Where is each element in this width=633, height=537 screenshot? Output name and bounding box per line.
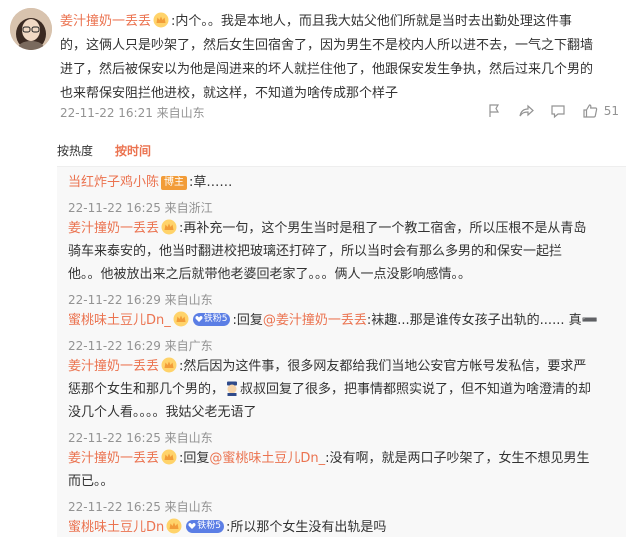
fan-level-badge: 铁粉5 [192,312,231,326]
police-emoji-icon [224,380,240,396]
list-item: 蜜桃味土豆儿Dn 铁粉5 :所以那个女生没有出轨是吗 [68,516,616,537]
reply-text: :所以那个女生没有出轨是吗 [225,520,387,535]
crown-icon [153,12,169,28]
reply-prefix: :回复 [179,451,210,466]
reply-meta: 22-11-22 16:25 来自山东 [68,431,213,445]
fan-level-label: 铁粉5 [197,520,221,531]
reply-text-line2b: 叔叔回复了很多，把事情都照实说了，但不知道为啥澄清的却 [240,382,592,397]
reply-list: 当红炸子鸡小陈 博主:草…… 22-11-22 16:25 来自浙江 姜汁撞奶一丢… [57,166,626,537]
reply-text-line3: 没几个人看。。。。我姑父老无语了 [68,405,257,420]
main-comment-username[interactable]: 姜汁撞奶一丢丢 [60,14,151,29]
main-comment-text-line4: 也来帮保安阻拦他进校，就这样，不知道为啥传成那个样子 [60,86,399,101]
list-item: 当红炸子鸡小陈 博主:草…… 22-11-22 16:25 来自浙江 [68,171,616,217]
owner-badge: 博主 [161,176,188,190]
reply-prefix: :回复 [232,313,263,328]
reply-text-line1: :再补充一句，这个男生当时是租了一个教工宿舍，所以压根不是从青岛 [179,221,587,236]
tab-sort-hot[interactable]: 按热度 [57,142,93,159]
list-item: 蜜桃味土豆儿Dn_ 铁粉5 :回复@姜汁撞奶一丢丢:袜趣...那是谁传女孩子出轨的.… [68,309,616,355]
reply-username[interactable]: 当红炸子鸡小陈 [68,175,159,190]
crown-icon [161,449,177,465]
crown-icon [173,311,189,327]
main-comment-text-line3: 进了，然后被保安以为他是闯进来的坏人就拦住他了，他跟保安发生争执，然后过来几个男… [60,62,594,77]
fan-level-label: 铁粉5 [203,313,228,324]
heart-icon [188,523,196,529]
reply-text-line3: 他。。他被放出来之后就带他老婆回老家了。。。俩人一点没影响感情。。 [68,267,472,282]
reply-username[interactable]: 蜜桃味土豆儿Dn_ [68,313,171,328]
reply-text-line2: 骑车来泰安的，他当时翻进校把玻璃还打碎了，所以当时会有那么多男的和保安一起拦 [68,244,563,259]
main-comment: 姜汁撞奶一丢丢:内个。。我是本地人，而且我大姑父他们所就是当时去出勤处理这件事 … [60,10,620,106]
tab-sort-time[interactable]: 按时间 [115,142,151,159]
reply-meta: 22-11-22 16:25 来自山东 [68,500,213,514]
report-icon[interactable] [486,103,502,119]
avatar[interactable] [10,8,52,50]
reply-text-line2: 而已。。 [68,474,114,489]
crown-icon [161,357,177,373]
main-comment-text-line2: 的，这俩人只是吵架了，然后女生回宿舍了，因为男生不是校内人所以进不去，一气之下翻… [60,38,594,53]
like-count: 51 [603,104,619,118]
reply-mention[interactable]: @蜜桃味土豆儿Dn_ [209,451,325,466]
reply-text-line1: :然后因为这件事，很多网友都给我们当地公安官方帐号发私信，要求严 [179,359,587,374]
reply-text-line2: 惩那个女生和那几个男的， [68,382,225,397]
list-item: 姜汁撞奶一丢丢 :回复@蜜桃味土豆儿Dn_:没有啊，就是两口子吵架了，女生不想见男… [68,447,616,516]
like-button[interactable]: 51 [582,103,619,119]
reply-text: :袜趣...那是谁传女孩子出轨的...... 真➖ [366,313,598,328]
comment-actions: 51 [486,103,619,119]
reply-meta: 22-11-22 16:25 来自浙江 [68,201,213,215]
reply-meta: 22-11-22 16:29 来自广东 [68,339,213,353]
main-comment-text-line1: :内个。。我是本地人，而且我大姑父他们所就是当时去出勤处理这件事 [171,14,572,29]
heart-icon [195,316,203,322]
thumbs-up-icon [583,104,597,118]
list-item: 姜汁撞奶一丢丢:再补充一句，这个男生当时是租了一个教工宿舍，所以压根不是从青岛 … [68,217,616,309]
reply-text-line1: :没有啊，就是两口子吵架了，女生不想见男生 [325,451,590,466]
reply-icon[interactable] [550,103,566,119]
crown-icon [166,518,182,534]
share-icon[interactable] [518,103,534,119]
sort-tabs: 按热度 按时间 [57,142,151,159]
reply-username[interactable]: 姜汁撞奶一丢丢 [68,451,159,466]
list-item: 姜汁撞奶一丢丢:然后因为这件事，很多网友都给我们当地公安官方帐号发私信，要求严 … [68,355,616,447]
reply-username[interactable]: 蜜桃味土豆儿Dn [68,520,164,535]
reply-username[interactable]: 姜汁撞奶一丢丢 [68,221,159,236]
reply-mention[interactable]: @姜汁撞奶一丢丢 [263,313,367,328]
reply-meta: 22-11-22 16:29 来自山东 [68,293,213,307]
main-comment-meta: 22-11-22 16:21 来自山东 [60,106,205,120]
reply-username[interactable]: 姜汁撞奶一丢丢 [68,359,159,374]
crown-icon [161,219,177,235]
reply-text: :草…… [189,175,233,190]
fan-level-badge: 铁粉5 [186,519,224,533]
